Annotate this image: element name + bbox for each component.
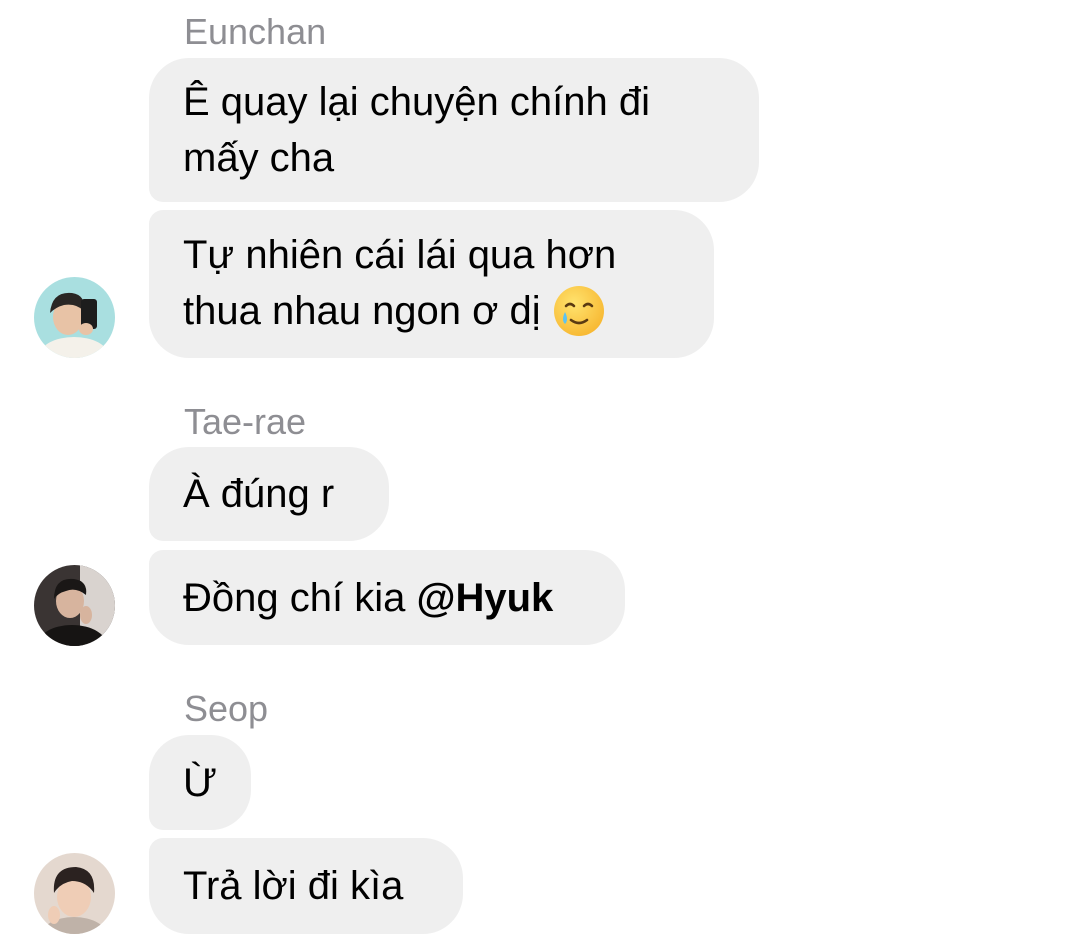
message-bubble[interactable]: Ừ bbox=[149, 735, 251, 830]
profile-photo bbox=[34, 565, 115, 646]
message-text: thua nhau ngon ơ dị bbox=[183, 289, 541, 334]
message-bubble[interactable]: Ê quay lại chuyện chính đi mấy cha bbox=[149, 58, 759, 202]
message-text: Trả lời đi kìa bbox=[183, 864, 404, 908]
seop-avatar[interactable] bbox=[34, 853, 115, 934]
profile-photo bbox=[34, 277, 115, 358]
message-text: Đồng chí kia bbox=[183, 575, 417, 620]
message-text: Ê quay lại chuyện chính đi bbox=[183, 80, 650, 124]
taerae-avatar[interactable] bbox=[34, 565, 115, 646]
sender-name-taerae: Tae-rae bbox=[184, 401, 307, 442]
message-text: mấy cha bbox=[183, 136, 335, 180]
message-bubble[interactable]: Tự nhiên cái lái qua hơn thua nhau ngon … bbox=[149, 210, 714, 358]
message-text: Ừ bbox=[183, 760, 218, 805]
message-bubble[interactable]: Trả lời đi kìa bbox=[149, 838, 463, 934]
profile-photo bbox=[34, 853, 115, 934]
sender-name-eunchan: Eunchan bbox=[184, 11, 327, 52]
message-text: Tự nhiên cái lái qua hơn bbox=[183, 233, 617, 278]
mention-link[interactable]: @Hyuk bbox=[416, 576, 553, 620]
smiling-face-with-tear-icon bbox=[553, 285, 604, 336]
message-bubble[interactable]: À đúng r bbox=[149, 447, 389, 541]
message-text: À đúng r bbox=[183, 472, 335, 516]
eunchan-avatar[interactable] bbox=[34, 277, 115, 358]
sender-name-seop: Seop bbox=[184, 688, 269, 729]
message-bubble[interactable]: Đồng chí kia @Hyuk bbox=[149, 550, 625, 645]
